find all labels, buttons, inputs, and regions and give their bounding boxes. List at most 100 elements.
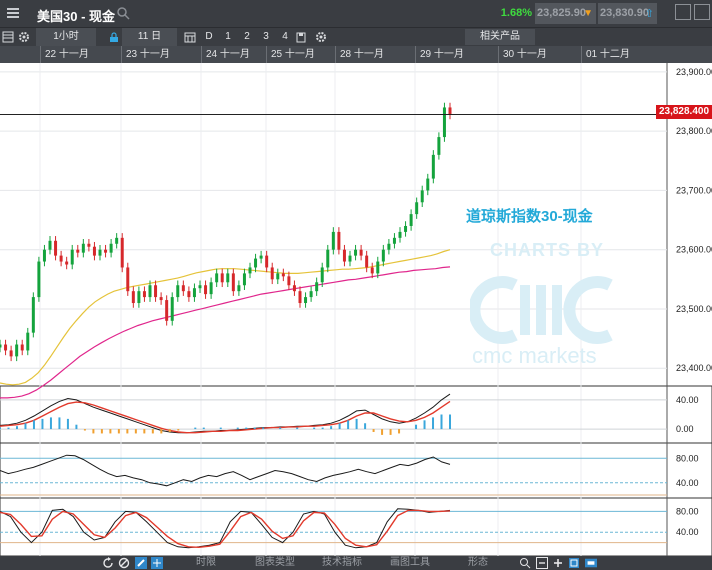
search-icon[interactable] (116, 6, 130, 20)
bars-select[interactable]: 11 日 (122, 28, 177, 46)
fit-icon[interactable] (568, 557, 580, 569)
candle-body (87, 243, 91, 247)
tab-timeframe[interactable]: 时限 (196, 556, 216, 570)
candle-body (270, 267, 274, 280)
candle-body (204, 285, 208, 295)
title-bar: 美国30 - 现金 1.68% 23,825.90 ▼ 23,830.90 ⇧ (0, 0, 712, 27)
candle-body (442, 107, 446, 138)
zoom-in-icon[interactable] (519, 557, 531, 569)
candle-body (359, 249, 363, 256)
candle-body (237, 285, 241, 292)
candle-body (265, 255, 269, 268)
range-button[interactable]: 2 (240, 28, 254, 46)
candle-body (65, 261, 69, 265)
candle-body (381, 249, 385, 262)
candle-body (15, 344, 19, 357)
candle-body (31, 297, 35, 333)
candle-body (187, 291, 191, 298)
instrument-title: 美国30 - 现金 (37, 9, 116, 24)
arrow-up-icon: ⇧ (644, 8, 654, 20)
candle-body (431, 154, 435, 179)
instrument-label: 道琼斯指数30-现金 (466, 208, 593, 225)
daily-change: 1.68% (500, 7, 532, 19)
candle-body (142, 291, 146, 298)
candle-body (98, 249, 102, 256)
grid-icon[interactable] (2, 31, 14, 43)
candle-body (292, 285, 296, 292)
zoom-out-icon[interactable] (536, 557, 548, 569)
scroll-icon[interactable] (585, 557, 597, 569)
panel-frame (0, 385, 712, 444)
date-label: 29 十一月 (420, 49, 464, 60)
candle-body (415, 202, 419, 215)
sell-price-button[interactable]: 23,825.90 ▼ (535, 3, 596, 24)
related-products-button[interactable]: 相关产品 (465, 29, 535, 45)
candle-body (326, 249, 330, 268)
candle-body (320, 267, 324, 283)
tab-drawing-tools[interactable]: 画图工具 (390, 556, 430, 570)
plus-icon[interactable] (552, 557, 564, 569)
save-icon[interactable] (295, 31, 307, 43)
candle-body (370, 267, 374, 274)
range-button[interactable]: 4 (278, 28, 292, 46)
candle-body (392, 237, 396, 244)
candle-body (231, 273, 235, 292)
y-tick-label: 80.00 (676, 453, 699, 463)
popout-icon[interactable] (675, 4, 691, 20)
candle-body (304, 297, 308, 304)
menu-icon[interactable] (2, 3, 24, 23)
tab-patterns[interactable]: 形态 (468, 556, 488, 570)
date-label: 25 十一月 (271, 49, 315, 60)
range-button[interactable]: 1 (221, 28, 235, 46)
candle-body (342, 249, 346, 262)
candle-body (242, 273, 246, 286)
range-button[interactable]: D (202, 28, 216, 46)
lock-icon[interactable] (108, 31, 120, 43)
current-price-tag: 23,828.400 (656, 105, 712, 119)
candle-body (281, 273, 285, 277)
buy-price-button[interactable]: 23,830.90 ⇧ (598, 3, 657, 24)
candle-body (404, 225, 408, 232)
candle-body (198, 285, 202, 289)
range-button[interactable]: 3 (259, 28, 273, 46)
date-label: 30 十一月 (503, 49, 547, 60)
chart-toolbar: 1小时 11 日 D 1 2 3 4 相关产品 (0, 27, 712, 46)
crosshair-icon[interactable] (151, 557, 163, 569)
y-tick-label: 23,700.00 (676, 185, 712, 195)
candle-body (215, 273, 219, 283)
candle-body (437, 137, 441, 155)
date-label: 28 十一月 (340, 49, 384, 60)
candle-body (76, 249, 80, 253)
pencil-icon[interactable] (135, 557, 147, 569)
candle-body (248, 267, 252, 274)
buy-price: 23,830.90 (600, 7, 649, 19)
candle-body (159, 297, 163, 301)
candle-body (165, 300, 169, 321)
candle-body (226, 273, 230, 283)
y-tick-label: 40.00 (676, 395, 699, 405)
calendar-icon[interactable] (184, 31, 196, 43)
candle-body (387, 243, 391, 250)
refresh-icon[interactable] (102, 557, 114, 569)
candle-body (81, 243, 85, 253)
gear-icon[interactable] (315, 31, 327, 43)
candle-body (409, 214, 413, 226)
candle-body (420, 190, 424, 203)
candle-body (309, 291, 313, 298)
candle-body (54, 240, 58, 256)
y-tick-label: 23,500.00 (676, 304, 712, 314)
candle-body (376, 261, 380, 274)
tab-chart-type[interactable]: 图表类型 (255, 556, 295, 570)
candle-body (192, 288, 196, 298)
candle-body (104, 249, 108, 253)
watermark-text: cmc markets (472, 343, 597, 368)
tab-indicators[interactable]: 技术指标 (322, 556, 362, 570)
candle-body (154, 285, 158, 298)
y-tick-label: 23,800.00 (676, 126, 712, 136)
date-label: 23 十一月 (126, 49, 170, 60)
interval-select[interactable]: 1小时 (36, 28, 96, 46)
gear-icon[interactable] (18, 31, 30, 43)
date-label: 01 十二月 (586, 49, 630, 60)
close-icon[interactable] (694, 4, 710, 20)
no-entry-icon[interactable] (118, 557, 130, 569)
